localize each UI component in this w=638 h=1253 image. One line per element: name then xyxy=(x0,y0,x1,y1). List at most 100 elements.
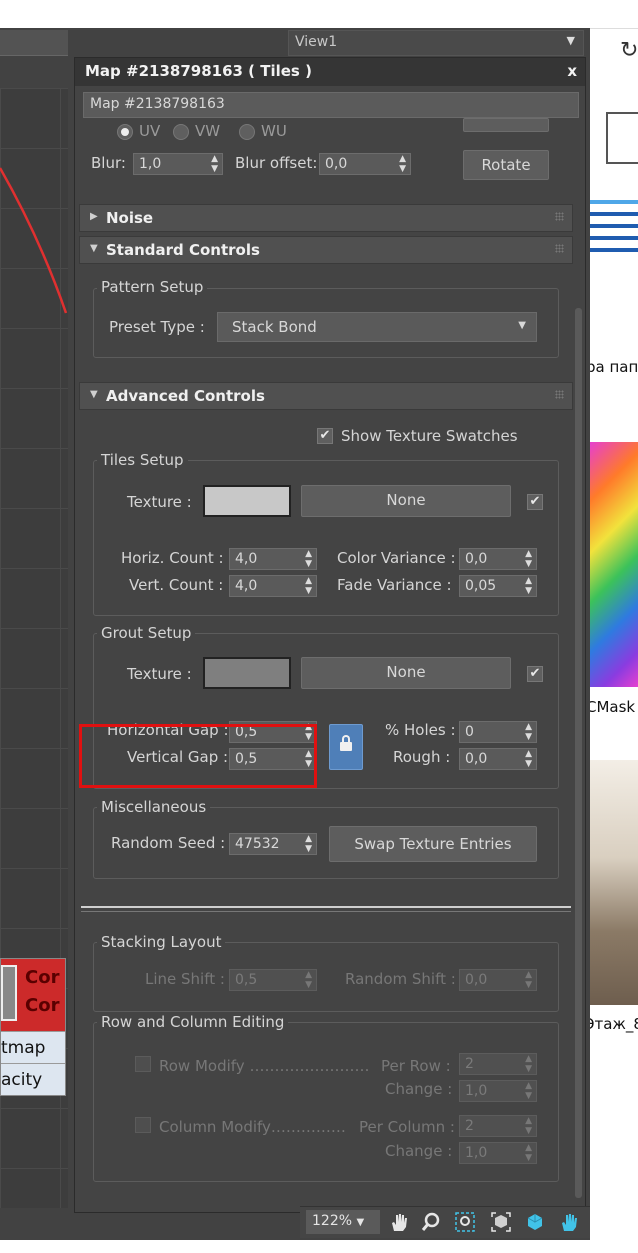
stripe-line xyxy=(590,236,638,240)
map-name-field[interactable]: Map #2138798163 xyxy=(83,92,579,118)
row-modify-text: Row Modify xyxy=(159,1057,245,1075)
pan-hand-icon[interactable] xyxy=(388,1211,410,1233)
standard-controls-rollout-header[interactable]: ▼ Standard Controls xyxy=(79,236,573,264)
horiz-count-spinner[interactable]: 4,0 ▲ ▼ xyxy=(229,548,317,570)
radio-uv[interactable] xyxy=(117,124,133,140)
frame-selected-icon[interactable] xyxy=(490,1211,512,1233)
thumbnail-image[interactable] xyxy=(590,760,638,1005)
stacking-layout-title: Stacking Layout xyxy=(97,933,226,951)
file-label[interactable]: ра пап xyxy=(590,358,638,376)
spinner-arrows-icon[interactable]: ▲ ▼ xyxy=(305,834,312,854)
partial-button[interactable] xyxy=(463,118,549,132)
grout-color-swatch[interactable] xyxy=(203,657,291,689)
viewport-status-bar: 122% ▼ xyxy=(300,1206,590,1238)
spinner-arrows-icon[interactable]: ▲ ▼ xyxy=(399,154,406,174)
show-swatches-checkbox[interactable]: ✔ xyxy=(317,428,333,444)
advanced-controls-rollout-header[interactable]: ▼ Advanced Controls xyxy=(79,382,573,410)
column-modify-text: Column Modify xyxy=(159,1118,271,1136)
random-seed-value: 47532 xyxy=(235,836,280,852)
thumbnail-image[interactable] xyxy=(590,442,638,687)
rotate-button[interactable]: Rotate xyxy=(463,150,549,180)
node-header[interactable]: Cor Cor xyxy=(1,959,65,1031)
gap-lock-button[interactable] xyxy=(329,724,363,770)
line-shift-spinner[interactable]: 0,5 ▲ ▼ xyxy=(229,969,317,991)
dialog-scrollbar[interactable] xyxy=(575,308,582,1198)
preset-type-dropdown[interactable]: Stack Bond ▼ xyxy=(217,312,537,342)
stripe-line xyxy=(590,224,638,228)
vert-count-spinner[interactable]: 4,0 ▲ ▼ xyxy=(229,575,317,597)
column-change-spinner[interactable]: 1,0 ▲ ▼ xyxy=(459,1142,537,1164)
zoom-region-icon[interactable] xyxy=(454,1211,476,1233)
section-separator xyxy=(81,906,571,908)
spinner-arrows-icon[interactable]: ▲ ▼ xyxy=(525,549,532,569)
holes-spinner[interactable]: 0 ▲ ▼ xyxy=(459,721,537,743)
chevron-down-icon: ▼ xyxy=(566,34,575,47)
chevron-down-icon: ▼ xyxy=(356,1217,365,1228)
tiles-texture-enable-checkbox[interactable]: ✔ xyxy=(527,494,543,510)
node-slot-map[interactable]: tmap xyxy=(1,1031,65,1063)
tiles-color-swatch[interactable] xyxy=(203,485,291,517)
refresh-icon[interactable]: ↻ xyxy=(620,38,638,63)
frame-all-icon[interactable] xyxy=(524,1211,546,1233)
view-selector-dropdown[interactable]: View1 ▼ xyxy=(288,30,584,56)
divider xyxy=(590,28,638,29)
column-modify-checkbox[interactable] xyxy=(135,1117,151,1133)
per-column-spinner[interactable]: 2 ▲ ▼ xyxy=(459,1115,537,1137)
spinner-arrows-icon[interactable]: ▲ ▼ xyxy=(525,722,532,742)
column-modify-label: Column Modify…………… xyxy=(159,1118,346,1136)
blur-spinner[interactable]: 1,0 ▲ ▼ xyxy=(133,153,223,175)
line-shift-value: 0,5 xyxy=(235,972,258,988)
rough-spinner[interactable]: 0,0 ▲ ▼ xyxy=(459,748,537,770)
spinner-arrows-icon[interactable]: ▲ ▼ xyxy=(525,749,532,769)
random-seed-spinner[interactable]: 47532 ▲ ▼ xyxy=(229,833,317,855)
expand-arrow-icon: ▶ xyxy=(90,211,98,222)
file-label[interactable]: CMask xyxy=(590,698,635,716)
stripe-line xyxy=(590,212,638,216)
close-button[interactable]: x xyxy=(567,62,577,80)
zoom-magnifier-icon[interactable] xyxy=(420,1211,442,1233)
per-row-spinner[interactable]: 2 ▲ ▼ xyxy=(459,1053,537,1075)
file-label[interactable]: Этаж_8 xyxy=(590,1015,638,1033)
vert-count-value: 4,0 xyxy=(235,578,258,594)
spinner-arrows-icon[interactable]: ▲ ▼ xyxy=(525,1116,532,1136)
zoom-dropdown[interactable]: 122% ▼ xyxy=(306,1210,380,1234)
blur-offset-spinner[interactable]: 0,0 ▲ ▼ xyxy=(319,153,411,175)
tiles-material-dialog[interactable]: Map #2138798163 ( Tiles ) x Map #2138798… xyxy=(74,57,586,1213)
interactive-hand-icon[interactable] xyxy=(558,1211,580,1233)
preset-type-value: Stack Bond xyxy=(232,318,317,336)
tiles-texture-none-button[interactable]: None xyxy=(301,485,511,517)
radio-vw-label: VW xyxy=(195,122,221,140)
spinner-arrows-icon[interactable]: ▲ ▼ xyxy=(525,1143,532,1163)
row-modify-checkbox[interactable] xyxy=(135,1056,151,1072)
radio-wu-label: WU xyxy=(261,122,287,140)
grout-texture-none-button[interactable]: None xyxy=(301,657,511,689)
random-shift-spinner[interactable]: 0,0 ▲ ▼ xyxy=(459,969,537,991)
grout-texture-enable-checkbox[interactable]: ✔ xyxy=(527,666,543,682)
row-change-spinner[interactable]: 1,0 ▲ ▼ xyxy=(459,1080,537,1102)
document-icon xyxy=(606,112,638,164)
tiles-texture-label: Texture : xyxy=(127,493,192,511)
radio-vw[interactable] xyxy=(173,124,189,140)
spinner-arrows-icon[interactable]: ▲ ▼ xyxy=(525,970,532,990)
spinner-arrows-icon[interactable]: ▲ ▼ xyxy=(305,970,312,990)
spinner-arrows-icon[interactable]: ▲ ▼ xyxy=(525,1081,532,1101)
node-slot-opacity[interactable]: acity xyxy=(1,1063,65,1095)
section-separator-shadow xyxy=(81,911,571,912)
dialog-title-bar[interactable]: Map #2138798163 ( Tiles ) x xyxy=(75,58,585,86)
row-change-label: Change : xyxy=(385,1080,453,1098)
radio-uv-label: UV xyxy=(139,122,161,140)
spinner-arrows-icon[interactable]: ▲ ▼ xyxy=(211,154,218,174)
spinner-arrows-icon[interactable]: ▲ ▼ xyxy=(305,576,312,596)
spinner-arrows-icon[interactable]: ▲ ▼ xyxy=(305,549,312,569)
material-node[interactable]: Cor Cor tmap acity xyxy=(0,958,66,1096)
swap-texture-entries-button[interactable]: Swap Texture Entries xyxy=(329,826,537,862)
noise-rollout-header[interactable]: ▶ Noise xyxy=(79,204,573,232)
chevron-down-icon: ▼ xyxy=(518,320,526,331)
horiz-count-value: 4,0 xyxy=(235,551,258,567)
spinner-arrows-icon[interactable]: ▲ ▼ xyxy=(525,1054,532,1074)
spinner-arrows-icon[interactable]: ▲ ▼ xyxy=(525,576,532,596)
noise-rollout-title: Noise xyxy=(106,209,154,227)
radio-wu[interactable] xyxy=(239,124,255,140)
fade-variance-spinner[interactable]: 0,05 ▲ ▼ xyxy=(459,575,537,597)
color-variance-spinner[interactable]: 0,0 ▲ ▼ xyxy=(459,548,537,570)
